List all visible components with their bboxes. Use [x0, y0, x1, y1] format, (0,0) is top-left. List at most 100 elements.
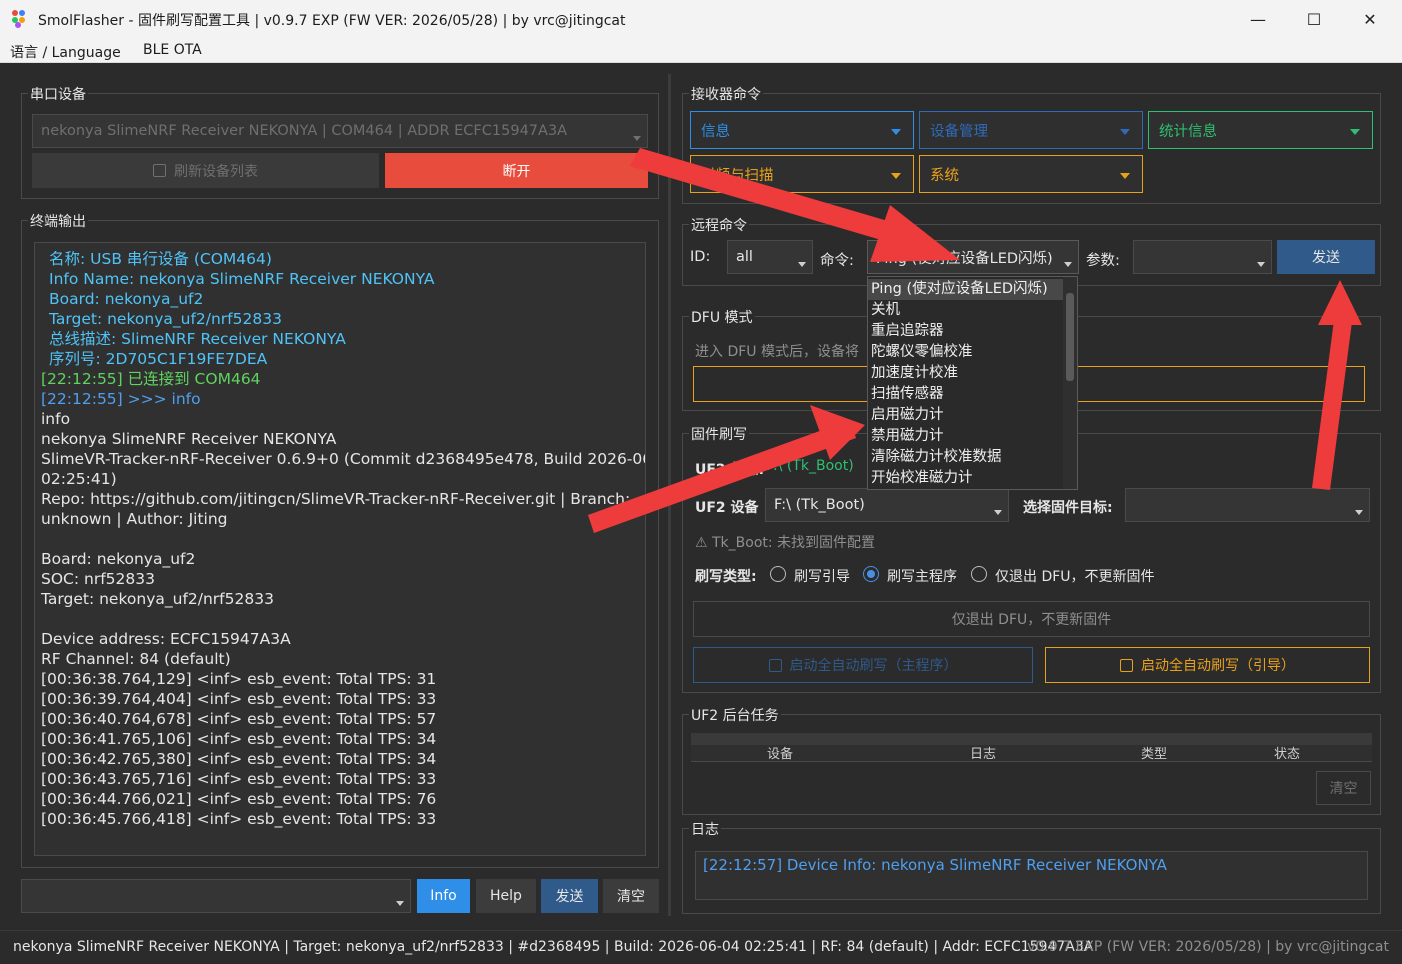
uf2-tasks-header[interactable]: 日志 — [970, 743, 996, 761]
clear-terminal-label: 清空 — [617, 889, 645, 905]
remote-id-select[interactable]: all — [727, 240, 813, 274]
receiver-stats-label: 统计信息 — [1159, 123, 1217, 140]
serial-device-select[interactable]: nekonya SlimeNRF Receiver NEKONYA | COM4… — [32, 114, 648, 148]
info-button[interactable]: Info — [417, 879, 470, 913]
firmware-target-label: 选择固件目标: — [1023, 500, 1113, 516]
terminal-line: [00:36:43.765,716] <inf> esb_event: Tota… — [41, 770, 437, 788]
terminal-line: 总线描述: SlimeNRF Receiver NEKONYA — [49, 330, 346, 348]
terminal-line: 02:25:41) — [41, 470, 117, 488]
dfu-hint: 进入 DFU 模式后，设备将 — [695, 344, 859, 360]
dropdown-scrollbar-thumb[interactable] — [1066, 293, 1074, 381]
menu-ble-ota[interactable]: BLE OTA — [143, 42, 202, 58]
remote-cmd-dropdown[interactable]: Ping (使对应设备LED闪烁) 关机 重启追踪器 陀螺仪零偏校准 加速度计校准 扫描传… — [867, 276, 1078, 490]
close-icon: ✕ — [1363, 9, 1377, 29]
uf2-tasks-header[interactable]: 设备 — [767, 743, 793, 761]
terminal-line: Device address: ECFC15947A3A — [41, 630, 291, 648]
remote-param-label: 参数: — [1086, 253, 1120, 269]
dropdown-option[interactable]: 清除磁力计校准数据 — [868, 447, 1064, 468]
close-button[interactable]: ✕ — [1342, 0, 1398, 38]
terminal-line: SOC: nrf52833 — [41, 570, 155, 588]
receiver-device-mgmt-label: 设备管理 — [930, 123, 988, 140]
auto-flash-main-icon — [768, 658, 782, 672]
minimize-icon: — — [1250, 9, 1266, 29]
status-left: nekonya SlimeNRF Receiver NEKONYA | Targ… — [13, 939, 1094, 955]
uf2-device-value: F:\ (Tk_Boot) — [774, 497, 865, 513]
terminal-output[interactable]: 名称: USB 串行设备 (COM464) Info Name: nekonya … — [34, 242, 646, 856]
firmware-target-select[interactable] — [1125, 488, 1370, 522]
clear-terminal-button[interactable]: 清空 — [603, 879, 659, 913]
terminal-line: [00:36:42.765,380] <inf> esb_event: Tota… — [41, 750, 437, 768]
remote-id-label: ID: — [690, 249, 711, 265]
radio-flash-boot[interactable] — [770, 566, 786, 582]
radio-exit-dfu[interactable] — [971, 566, 987, 582]
disconnect-button[interactable]: 断开 — [385, 153, 648, 188]
dropdown-option[interactable]: 关机 — [868, 300, 1064, 321]
dropdown-scrollbar[interactable] — [1063, 277, 1077, 489]
remote-send-button[interactable]: 发送 — [1277, 240, 1375, 274]
receiver-device-mgmt-select[interactable]: 设备管理 — [919, 111, 1143, 149]
auto-flash-main-label: 启动全自动刷写（主程序） — [789, 658, 958, 674]
terminal-line: [00:36:38.764,129] <inf> esb_event: Tota… — [41, 670, 437, 688]
terminal-line: [22:12:55] >>> info — [41, 390, 201, 408]
dropdown-option[interactable]: 禁用磁力计 — [868, 426, 1064, 447]
receiver-system-select[interactable]: 系统 — [919, 155, 1143, 193]
log-group-title: 日志 — [689, 819, 721, 839]
receiver-stats-select[interactable]: 统计信息 — [1148, 111, 1373, 149]
send-command-button[interactable]: 发送 — [541, 879, 598, 913]
terminal-line: unknown | Author: Jiting — [41, 510, 228, 528]
dropdown-option[interactable]: 启用磁力计 — [868, 405, 1064, 426]
radio-flash-main[interactable] — [863, 566, 879, 582]
log-output[interactable]: [22:12:57] Device Info: nekonya SlimeNRF… — [695, 851, 1368, 900]
splitter-handle[interactable] — [668, 74, 671, 916]
auto-flash-boot-icon — [1120, 658, 1133, 672]
dropdown-option[interactable]: 加速度计校准 — [868, 363, 1064, 384]
status-bar: nekonya SlimeNRF Receiver NEKONYA | Targ… — [0, 930, 1402, 964]
uf2-tasks-clear-button[interactable]: 清空 — [1316, 771, 1371, 805]
help-button[interactable]: Help — [476, 879, 536, 913]
uf2-device-select[interactable]: F:\ (Tk_Boot) — [765, 488, 1009, 522]
terminal-line: Target: nekonya_uf2/nrf52833 — [41, 590, 274, 608]
command-input[interactable] — [21, 879, 411, 913]
uf2-tasks-clear-label: 清空 — [1329, 781, 1358, 797]
firmware-warning: ⚠ Tk_Boot: 未找到固件配置 — [695, 535, 876, 551]
uf2-status-value: F:\ (Tk_Boot) — [766, 458, 854, 474]
dropdown-option[interactable]: 扫描传感器 — [868, 384, 1064, 405]
receiver-pair-scan-select[interactable]: 射频与扫描 — [690, 155, 914, 193]
remote-group-title: 远程命令 — [689, 215, 749, 235]
firmware-group-title: 固件刷写 — [689, 424, 749, 444]
uf2-tasks-table[interactable]: 设备 日志 类型 状态 — [691, 733, 1372, 762]
refresh-devices-button[interactable]: 刷新设备列表 — [32, 153, 379, 188]
minimize-button[interactable]: — — [1230, 0, 1286, 38]
terminal-line: 序列号: 2D705C1F19FE7DEA — [49, 350, 268, 368]
dropdown-option[interactable]: 开始校准磁力计 — [868, 468, 1064, 489]
auto-flash-boot-button[interactable]: 启动全自动刷写（引导） — [1045, 647, 1370, 683]
radio-flash-main-label: 刷写主程序 — [887, 569, 957, 585]
auto-flash-boot-label: 启动全自动刷写（引导） — [1141, 658, 1295, 674]
remote-cmd-select[interactable]: Ping (使对应设备LED闪烁) — [867, 240, 1079, 274]
maximize-button[interactable]: ☐ — [1286, 0, 1342, 38]
exit-dfu-button[interactable]: 仅退出 DFU，不更新固件 — [693, 601, 1370, 637]
dropdown-option[interactable]: 重启追踪器 — [868, 321, 1064, 342]
flash-type-label: 刷写类型: — [695, 569, 757, 585]
uf2-tasks-header[interactable]: 状态 — [1274, 743, 1300, 761]
remote-param-select[interactable] — [1133, 240, 1272, 274]
menu-language[interactable]: 语言 / Language — [10, 42, 121, 62]
terminal-line: [00:36:41.765,106] <inf> esb_event: Tota… — [41, 730, 437, 748]
receiver-system-label: 系统 — [930, 167, 959, 184]
terminal-line: [00:36:40.764,678] <inf> esb_event: Tota… — [41, 710, 437, 728]
log-entry: [22:12:57] Device Info: nekonya SlimeNRF… — [703, 856, 1167, 874]
refresh-devices-label: 刷新设备列表 — [174, 163, 258, 180]
uf2-tasks-header-row: 设备 日志 类型 状态 — [691, 743, 1372, 761]
receiver-info-select[interactable]: 信息 — [690, 111, 914, 149]
refresh-icon — [153, 164, 166, 177]
terminal-line: RF Channel: 84 (default) — [41, 650, 231, 668]
status-right: v0.9.7 EXP (FW VER: 2026/05/28) | by vrc… — [1027, 939, 1389, 955]
terminal-line: [00:36:44.766,021] <inf> esb_event: Tota… — [41, 790, 437, 808]
uf2-status-label: UF2 状态: — [695, 462, 765, 478]
dropdown-option[interactable]: 陀螺仪零偏校准 — [868, 342, 1064, 363]
dropdown-option[interactable]: Ping (使对应设备LED闪烁) — [868, 279, 1064, 300]
terminal-line: info — [41, 410, 71, 428]
auto-flash-main-button[interactable]: 启动全自动刷写（主程序） — [693, 647, 1033, 683]
uf2-tasks-header[interactable]: 类型 — [1141, 743, 1167, 761]
